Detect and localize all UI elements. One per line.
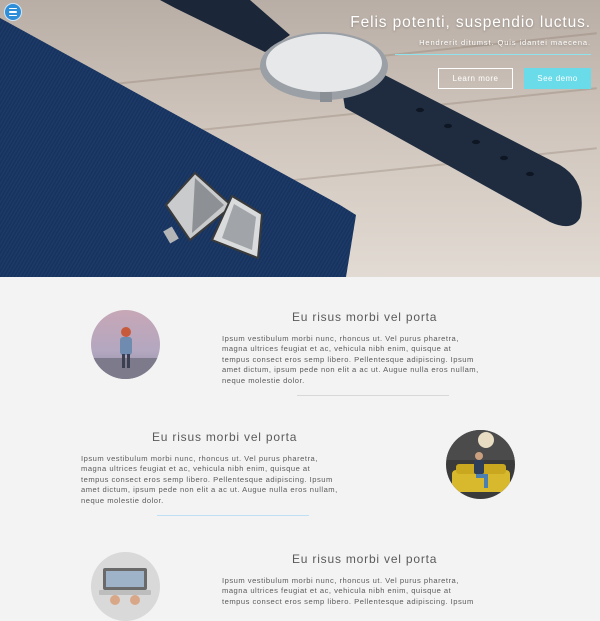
watch-strap-top: [160, 0, 290, 52]
feature-body-line: magna ultrices feugiat et ac, vehicula n…: [222, 344, 532, 354]
feature-avatar-traveler: [91, 310, 160, 379]
feature-body-line: neque molestie dolor.: [81, 496, 391, 506]
hero-text-block: Felis potenti, suspendio luctus. Hendrer…: [350, 14, 591, 47]
feature-body-line: neque molestie dolor.: [222, 376, 532, 386]
feature-avatar-laptop: [91, 552, 160, 621]
feature-body-line: Ipsum vestibulum morbi nunc, rhoncus ut.…: [81, 454, 391, 464]
feature-body-line: amet dictum, ipsum pede non elit a ac ut…: [222, 365, 532, 375]
feature-body-line: magna ultrices feugiat et ac, vehicula n…: [81, 464, 391, 474]
feature-body-line: tempus consect eros semp libero. Pellent…: [222, 355, 532, 365]
feature-row-2: Eu risus morbi vel porta Ipsum vestibulu…: [0, 397, 600, 519]
hamburger-icon-line: [9, 11, 17, 12]
hero-title: Felis potenti, suspendio luctus.: [350, 14, 591, 32]
feature-body: Ipsum vestibulum morbi nunc, rhoncus ut.…: [81, 454, 391, 506]
feature-body-line: amet dictum, ipsum pede non elit a ac ut…: [81, 485, 391, 495]
watch-strap-bottom: [340, 70, 582, 226]
hamburger-icon: [9, 8, 17, 9]
feature-body-line: Ipsum vestibulum morbi nunc, rhoncus ut.…: [222, 334, 532, 344]
feature-title: Eu risus morbi vel porta: [292, 310, 437, 324]
hamburger-menu-button[interactable]: [4, 3, 22, 21]
feature-title: Eu risus morbi vel porta: [292, 552, 437, 566]
feature-body: Ipsum vestibulum morbi nunc, rhoncus ut.…: [222, 576, 532, 607]
feature-title: Eu risus morbi vel porta: [152, 430, 297, 444]
feature-body-line: tempus consect eros semp libero. Pellent…: [222, 597, 532, 607]
feature-row-1: Eu risus morbi vel porta Ipsum vestibulu…: [0, 277, 600, 397]
hero-subtitle: Hendrerit ditumst. Quis idantei maecena.: [350, 38, 591, 47]
feature-avatar-man-on-sofa: [446, 430, 515, 499]
feature-body-line: tempus consect eros semp libero. Pellent…: [81, 475, 391, 485]
feature-body-line: Ipsum vestibulum morbi nunc, rhoncus ut.…: [222, 576, 532, 586]
hamburger-icon-line: [9, 15, 17, 16]
hero-divider: [395, 54, 591, 55]
hero-banner: Felis potenti, suspendio luctus. Hendrer…: [0, 0, 600, 277]
feature-divider: [297, 395, 449, 396]
feature-row-3: Eu risus morbi vel porta Ipsum vestibulu…: [0, 519, 600, 600]
feature-divider: [157, 515, 309, 516]
learn-more-button[interactable]: Learn more: [438, 68, 513, 89]
feature-body: Ipsum vestibulum morbi nunc, rhoncus ut.…: [222, 334, 532, 386]
see-demo-button[interactable]: See demo: [524, 68, 591, 89]
feature-body-line: magna ultrices feugiat et ac, vehicula n…: [222, 586, 532, 596]
